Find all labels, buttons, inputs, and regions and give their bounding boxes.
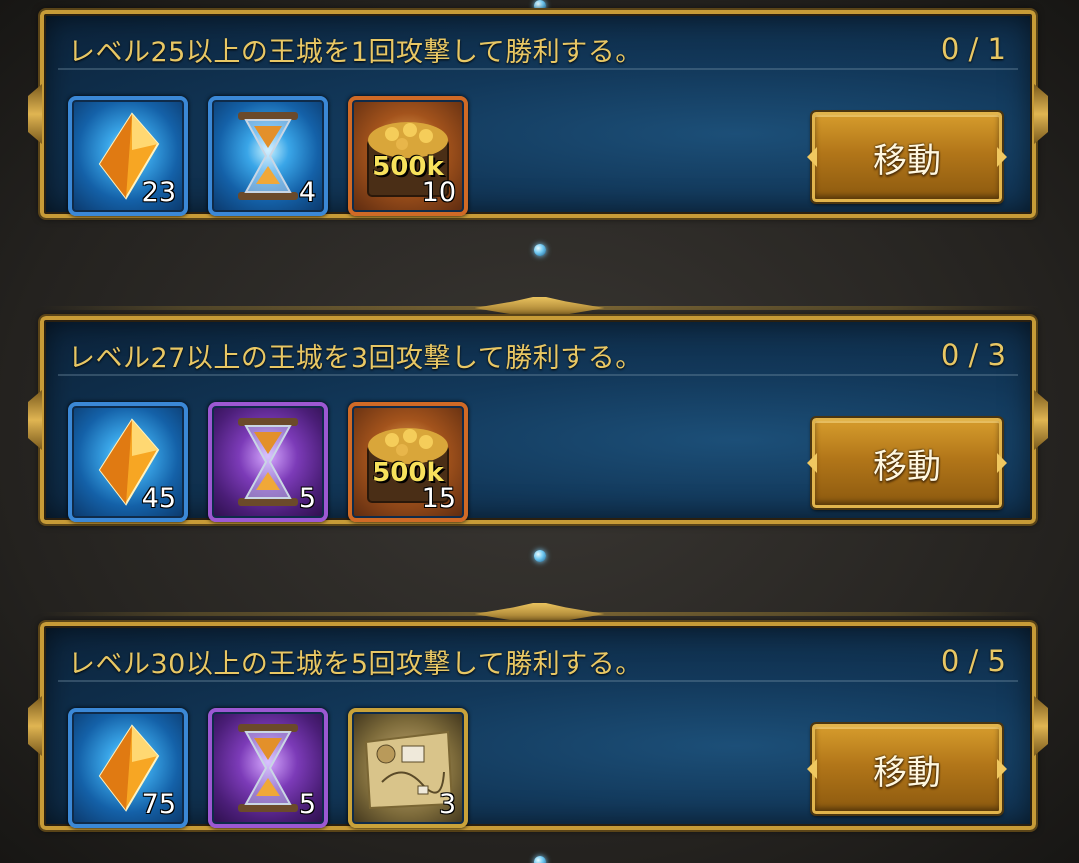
move-button-label: 移動 [873,752,941,793]
reward-count: 5 [298,789,316,820]
reward-count: 75 [141,789,176,820]
quest-title: レベル30以上の王城を5回攻撃して勝利する。 [68,649,643,680]
card-divider [0,842,1079,863]
quest-title: レベル25以上の王城を1回攻撃して勝利する。 [68,37,643,68]
reward-count: 45 [141,483,176,514]
quest-progress: 0 / 3 [940,338,1006,372]
move-button[interactable]: 移動 [810,110,1004,204]
reward-count: 4 [298,177,316,208]
frame-ornament-icon [28,696,42,756]
reward-item[interactable]: 45 [68,402,188,522]
quest-card: レベル25以上の王城を1回攻撃して勝利する。 0 / 1 23 4 500k 1… [40,8,1048,220]
reward-item[interactable]: 500k 15 [348,402,468,522]
reward-count: 3 [438,789,456,820]
reward-count: 5 [298,483,316,514]
move-button[interactable]: 移動 [810,416,1004,510]
frame-ornament-icon [1034,390,1048,450]
reward-item[interactable]: 5 [208,402,328,522]
reward-item[interactable]: 3 [348,708,468,828]
quest-card: レベル30以上の王城を5回攻撃して勝利する。 0 / 5 75 5 3 移動 [40,620,1048,832]
card-divider [0,536,1079,576]
move-button[interactable]: 移動 [810,722,1004,816]
divider-gem-icon [533,550,546,562]
move-button-label: 移動 [873,140,941,181]
quest-progress: 0 / 5 [940,644,1006,678]
reward-item[interactable]: 4 [208,96,328,216]
frame-ornament-icon [28,84,42,144]
reward-count: 15 [421,483,456,514]
divider-gem-icon [533,856,546,863]
reward-item[interactable]: 75 [68,708,188,828]
reward-count: 10 [421,177,456,208]
quest-card: レベル27以上の王城を3回攻撃して勝利する。 0 / 3 45 5 500k 1… [40,314,1048,526]
divider-gem-icon [533,244,546,256]
reward-count: 23 [141,177,176,208]
quest-title: レベル27以上の王城を3回攻撃して勝利する。 [68,343,643,374]
reward-item[interactable]: 23 [68,96,188,216]
move-button-label: 移動 [873,446,941,487]
frame-ornament-icon [28,390,42,450]
reward-item[interactable]: 500k 10 [348,96,468,216]
card-divider [0,230,1079,270]
reward-item[interactable]: 5 [208,708,328,828]
quest-progress: 0 / 1 [940,32,1006,66]
quest-list-screen: レベル25以上の王城を1回攻撃して勝利する。 0 / 1 23 4 500k 1… [0,0,1079,863]
frame-ornament-icon [1034,696,1048,756]
frame-ornament-icon [1034,84,1048,144]
